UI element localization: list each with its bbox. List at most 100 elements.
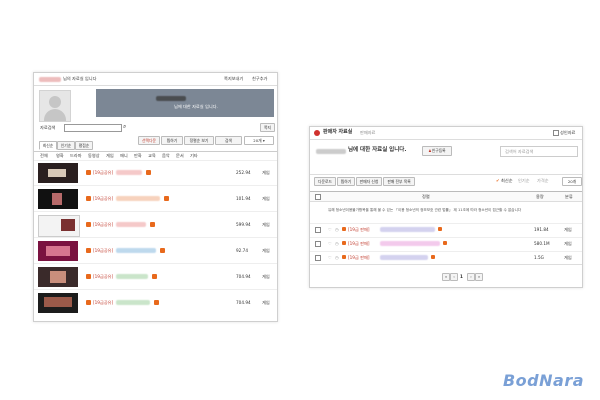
left-tabs: 최신순 인기순 평점순 <box>34 137 277 150</box>
blurred-title <box>116 300 150 305</box>
row-tag: [19금공유] <box>93 222 114 227</box>
new-icon <box>438 227 442 231</box>
sort-latest[interactable]: 최신순 <box>501 178 513 183</box>
new-icon <box>164 196 169 201</box>
new-icon <box>146 170 151 175</box>
pagination: « ‹ 1 › » <box>310 272 582 282</box>
blurred-title <box>116 196 160 201</box>
category-drama[interactable]: 드라마 <box>70 153 82 158</box>
tab-rating[interactable]: 평점순 <box>75 141 93 150</box>
download-button[interactable]: 다운로드 <box>314 177 336 186</box>
category-education[interactable]: 교육 <box>148 153 156 158</box>
row-type: 게임 <box>262 274 270 279</box>
row-tag: [19금공유] <box>93 196 114 201</box>
category-comic[interactable]: 만화 <box>134 153 142 158</box>
all-sales-list-button[interactable]: 판매 전부 목록 <box>383 177 415 186</box>
list-item[interactable]: [19금공유] 704.94 게임 <box>34 265 277 290</box>
heart-icon[interactable]: ♡ <box>328 241 332 246</box>
row-type: 게임 <box>564 241 572 246</box>
left-header-title: 님의 자료실 입니다 <box>63 76 97 81</box>
row-type: 게임 <box>262 222 270 227</box>
heart-icon[interactable]: ♡ <box>328 227 332 232</box>
row-size: 580.1M <box>534 241 550 246</box>
blurred-title <box>380 255 428 260</box>
table-row[interactable]: ♡ ◷ [19금 판매] 580.1M 게임 <box>310 237 582 250</box>
sort-popular[interactable]: 인기순 <box>518 178 530 183</box>
row-size: 704.94 <box>236 274 251 279</box>
right-toolbar: 다운로드 찜하기 판매자 신청 판매 전부 목록 ✔ 최신순 인기순 가격순 2… <box>310 174 582 187</box>
row-size: 599.94 <box>236 222 251 227</box>
right-wishlist-button[interactable]: 찜하기 <box>337 177 355 186</box>
new-icon <box>160 248 165 253</box>
category-movie[interactable]: 영화 <box>56 153 64 158</box>
row-tag: [19금공유] <box>93 170 114 175</box>
row-size: 1.5G <box>534 255 544 260</box>
tab-popular[interactable]: 인기순 <box>57 141 75 150</box>
first-page-button[interactable]: « <box>442 273 450 281</box>
row-type: 게임 <box>564 227 572 232</box>
category-all[interactable]: 전체 <box>40 153 48 158</box>
left-header: 님의 자료실 입니다 쪽지보내기 친구추가 <box>34 73 277 86</box>
row-tag: [19금공유] <box>93 248 114 253</box>
sort-price[interactable]: 가격순 <box>537 178 549 183</box>
blurred-seller-name <box>316 149 346 154</box>
friend-button[interactable]: ♟친구등록 <box>422 146 452 156</box>
row-checkbox[interactable] <box>315 255 321 261</box>
column-category[interactable]: 분류 <box>565 194 573 199</box>
row-type: 게임 <box>564 255 572 260</box>
right-subheader: 님에 대한 자료실 입니다. ♟친구등록 검색어 자료검색 <box>310 145 582 159</box>
profile-banner: 님에 대한 자료실 입니다. <box>96 89 274 117</box>
category-game[interactable]: 게임 <box>106 153 114 158</box>
thumbnail <box>38 215 80 237</box>
row-type: 게임 <box>262 196 270 201</box>
column-title[interactable]: 정렬 <box>422 194 430 199</box>
search-icon[interactable]: ⌕ <box>123 123 126 131</box>
category-etc[interactable]: 기타 <box>190 153 198 158</box>
select-all-checkbox[interactable] <box>315 194 321 200</box>
search-label: 자료검색 <box>40 125 56 130</box>
list-item[interactable]: [19금공유] 92.74 게임 <box>34 239 277 264</box>
table-row[interactable]: ♡ ◷ [19금 판매] 191.84 게임 <box>310 223 582 236</box>
check-icon: ✔ <box>496 178 500 183</box>
send-message-link[interactable]: 쪽지보내기 <box>224 76 243 81</box>
mail-button[interactable]: 쪽지 <box>260 123 275 132</box>
list-item[interactable]: [19금공유] 704.94 게임 <box>34 291 277 315</box>
list-item[interactable]: [19금공유] 599.94 게임 <box>34 213 277 238</box>
last-page-button[interactable]: » <box>475 273 483 281</box>
thumbnail <box>38 189 78 209</box>
category-document[interactable]: 문서 <box>176 153 184 158</box>
list-item[interactable]: [19금공유] 101.94 게임 <box>34 187 277 212</box>
prev-page-button[interactable]: ‹ <box>450 273 458 281</box>
row-checkbox[interactable] <box>315 241 321 247</box>
category-video[interactable]: 동영상 <box>88 153 100 158</box>
next-page-button[interactable]: › <box>467 273 475 281</box>
thumbnail <box>38 293 78 313</box>
table-header: 정렬 용량 분류 <box>310 191 582 202</box>
right-per-page-select[interactable]: 20개 <box>562 177 582 186</box>
current-page[interactable]: 1 <box>460 274 463 279</box>
hot-icon <box>342 255 346 259</box>
heart-icon[interactable]: ♡ <box>328 255 332 260</box>
right-search-input[interactable]: 검색어 자료검색 <box>500 146 578 157</box>
row-checkbox[interactable] <box>315 227 321 233</box>
thumbnail <box>38 163 78 183</box>
blurred-title <box>380 227 435 232</box>
blurred-title <box>116 170 142 175</box>
notice-text: 유해 청소년이용불가항목을 통해 볼 수 있는 「이용 청소년의 정보보호 관련… <box>328 208 522 212</box>
thumbnail <box>38 241 78 261</box>
column-size[interactable]: 용량 <box>536 194 544 199</box>
hot-icon <box>342 241 346 245</box>
tab-latest[interactable]: 최신순 <box>39 141 57 150</box>
row-tag: [19금 판매] <box>348 241 370 246</box>
adult-checkbox[interactable] <box>553 130 559 136</box>
seller-apply-button[interactable]: 판매자 신청 <box>356 177 382 186</box>
hot-icon <box>86 222 91 227</box>
category-anime[interactable]: 애니 <box>120 153 128 158</box>
breadcrumb: 판매자료 <box>360 130 376 135</box>
category-music[interactable]: 음악 <box>162 153 170 158</box>
table-row[interactable]: ♡ ◷ [19금 판매] 1.5G 게임 <box>310 251 582 265</box>
left-search-row: 자료검색 ⌕ 쪽지 <box>34 123 277 133</box>
search-input[interactable] <box>64 124 122 132</box>
add-friend-link[interactable]: 친구추가 <box>252 76 267 81</box>
list-item[interactable]: [19금공유] 252.94 게임 <box>34 161 277 186</box>
